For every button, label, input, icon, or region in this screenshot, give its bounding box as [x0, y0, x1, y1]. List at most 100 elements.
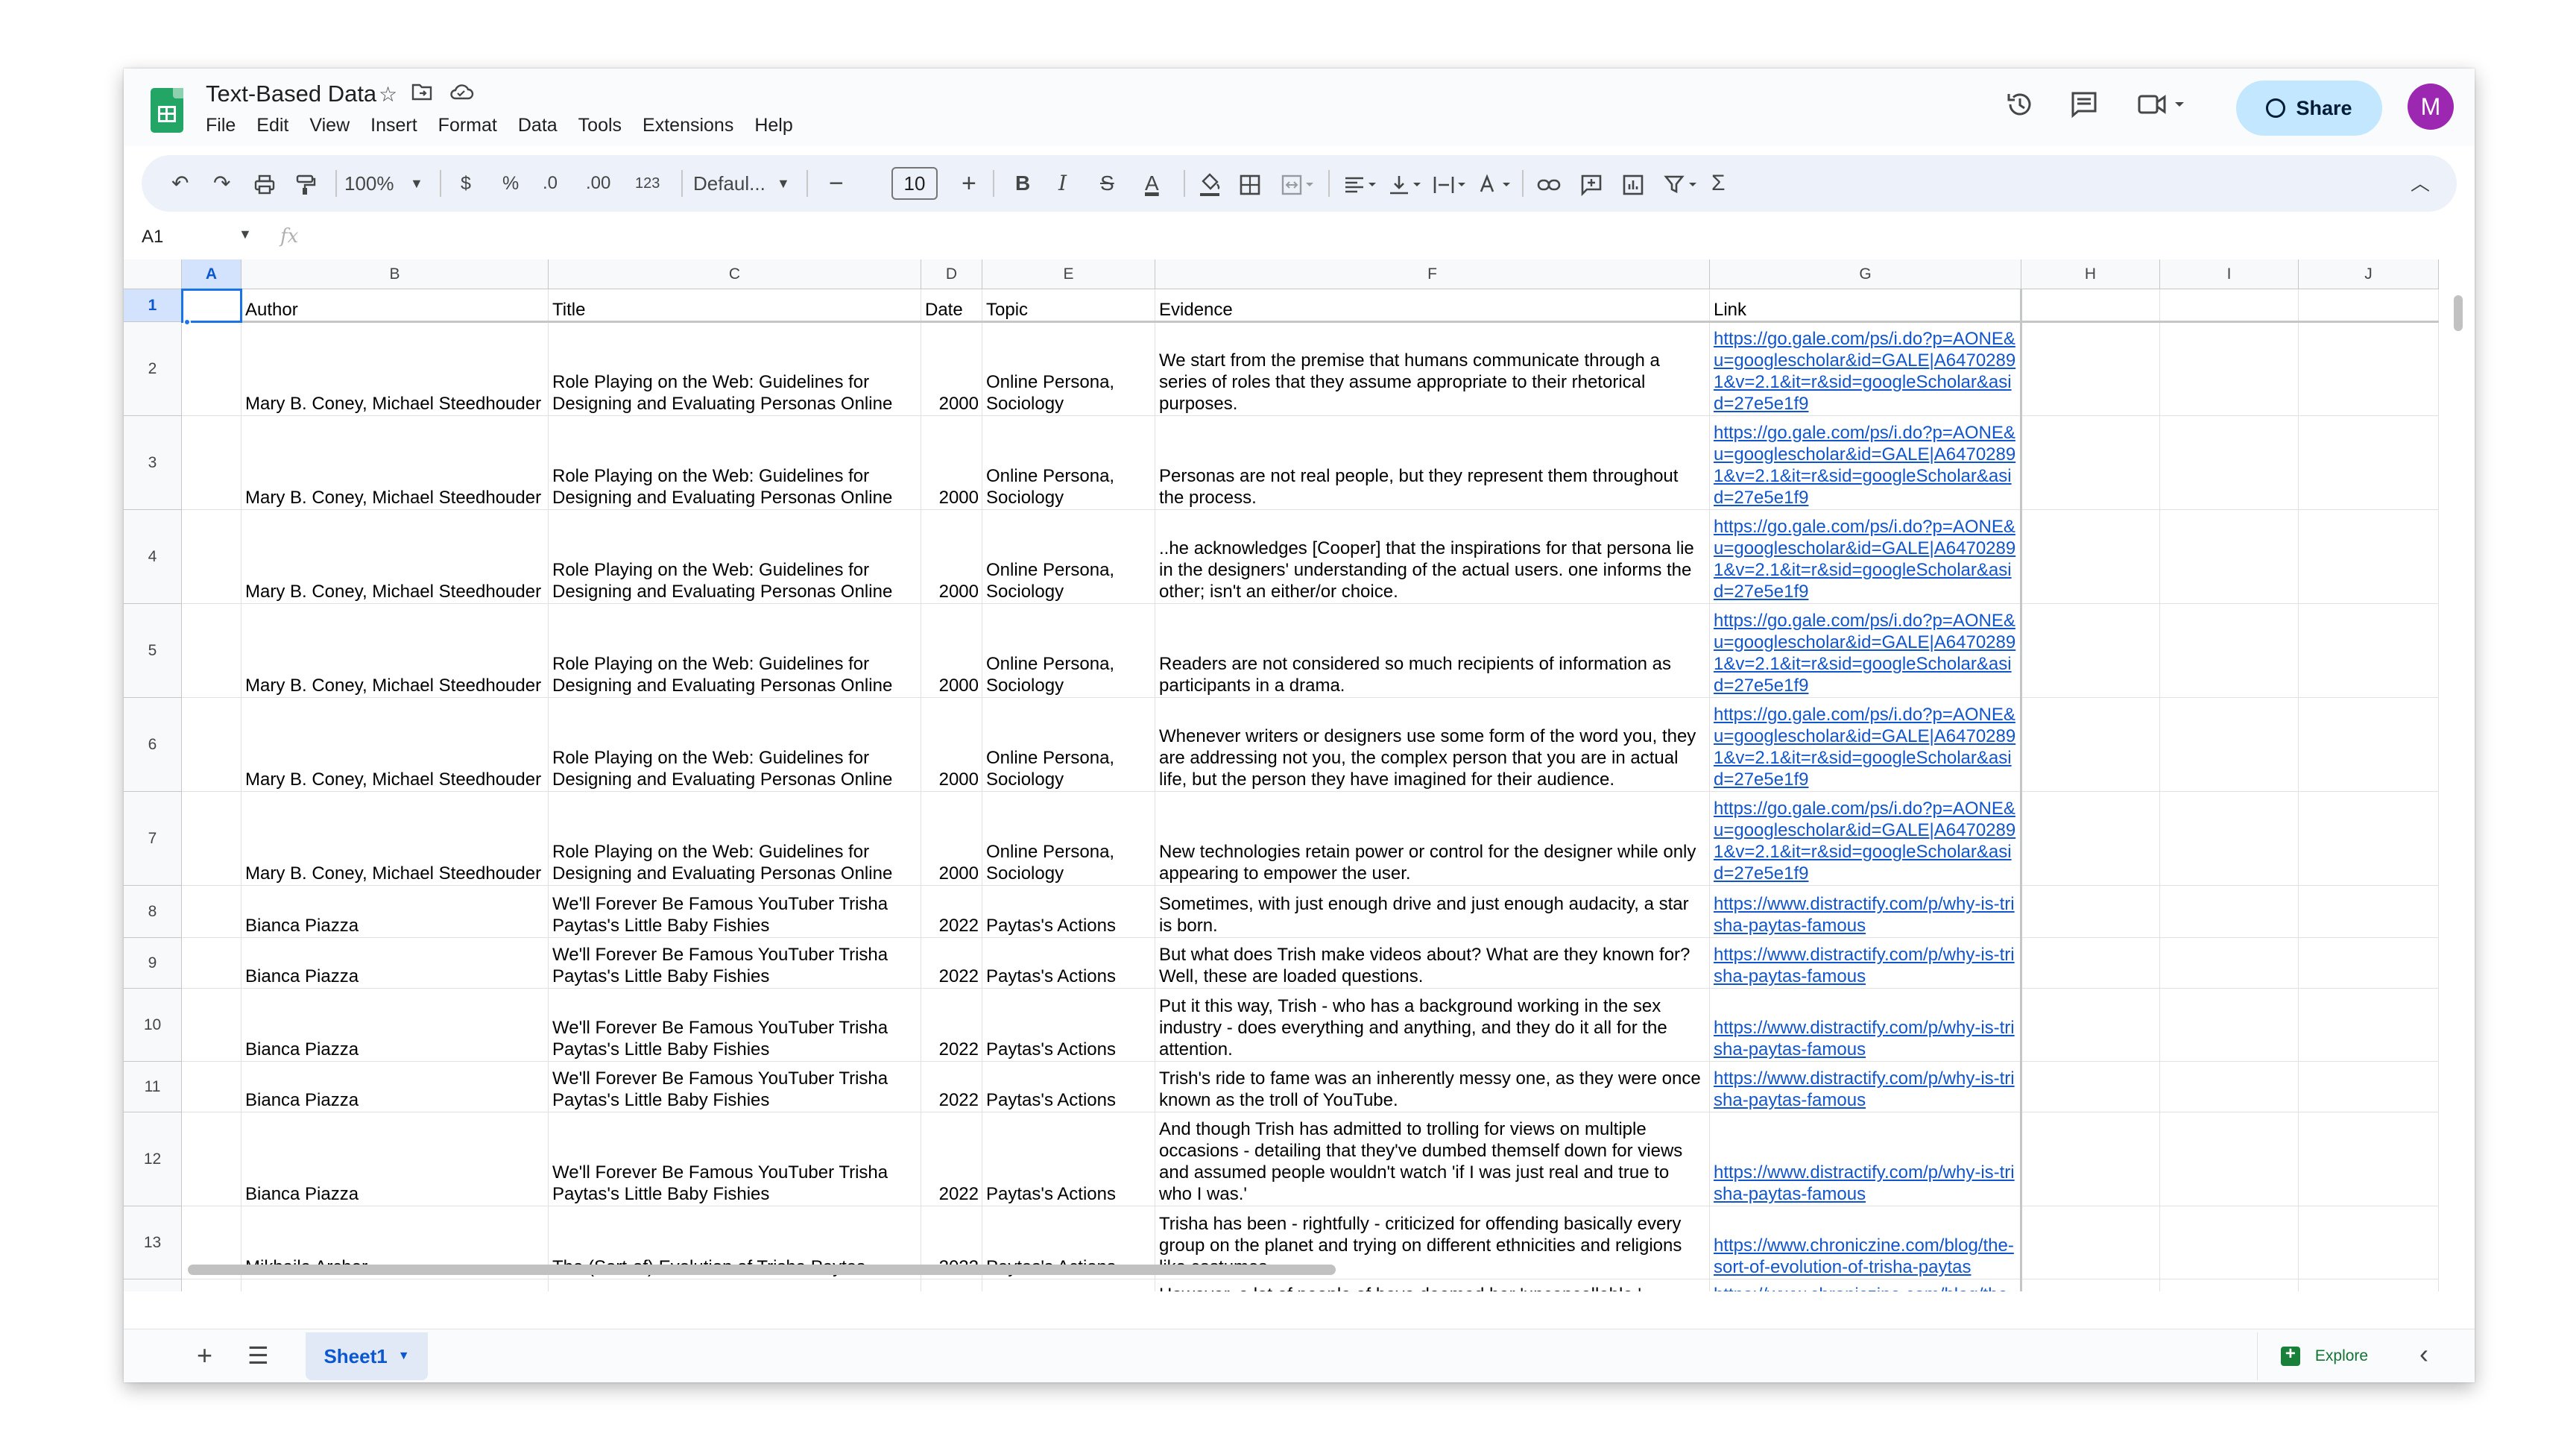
cell-a14[interactable] [182, 1279, 242, 1291]
cell-c9[interactable]: We'll Forever Be Famous YouTuber Trisha … [549, 938, 921, 989]
cell-f14[interactable]: However, a lot of people of have deemed … [1155, 1279, 1710, 1291]
cell-g12[interactable]: https://www.distractify.com/p/why-is-tri… [1710, 1112, 2021, 1206]
account-avatar[interactable]: M [2408, 84, 2454, 130]
cell-c12[interactable]: We'll Forever Be Famous YouTuber Trisha … [549, 1112, 921, 1206]
cell-b5[interactable]: Mary B. Coney, Michael Steedhouder [242, 604, 549, 698]
cell-f6[interactable]: Whenever writers or designers use some f… [1155, 698, 1710, 792]
cell-a11[interactable] [182, 1062, 242, 1112]
column-header-e[interactable]: E [982, 259, 1155, 289]
vertical-scrollbar[interactable] [2452, 291, 2464, 1290]
row-header-2[interactable]: 2 [124, 322, 182, 416]
row-header-13[interactable]: 13 [124, 1206, 182, 1279]
format-percent-button[interactable]: % [502, 155, 519, 212]
row-header-7[interactable]: 7 [124, 792, 182, 886]
menu-edit[interactable]: Edit [256, 115, 300, 136]
cell-f1[interactable]: Evidence [1155, 289, 1710, 322]
cell-j11[interactable] [2299, 1062, 2439, 1112]
cell-j10[interactable] [2299, 989, 2439, 1062]
cell-d12[interactable]: 2022 [921, 1112, 982, 1206]
cell-e12[interactable]: Paytas's Actions [982, 1112, 1155, 1206]
cell-e8[interactable]: Paytas's Actions [982, 886, 1155, 938]
cell-g6[interactable]: https://go.gale.com/ps/i.do?p=AONE&u=goo… [1710, 698, 2021, 792]
cell-e2[interactable]: Online Persona, Sociology [982, 322, 1155, 416]
row-header-10[interactable]: 10 [124, 989, 182, 1062]
cell-j12[interactable] [2299, 1112, 2439, 1206]
cell-a4[interactable] [182, 510, 242, 604]
cell-f11[interactable]: Trish's ride to fame was an inherently m… [1155, 1062, 1710, 1112]
cell-f5[interactable]: Readers are not considered so much recip… [1155, 604, 1710, 698]
cell-c3[interactable]: Role Playing on the Web: Guidelines for … [549, 416, 921, 510]
cell-b4[interactable]: Mary B. Coney, Michael Steedhouder [242, 510, 549, 604]
move-folder-icon[interactable] [411, 82, 432, 107]
decrease-decimal-button[interactable]: .0 [543, 155, 558, 212]
all-sheets-menu-icon[interactable]: ☰ [247, 1341, 269, 1370]
font-size-increase-icon[interactable]: + [962, 155, 976, 212]
cell-c8[interactable]: We'll Forever Be Famous YouTuber Trisha … [549, 886, 921, 938]
text-rotation-icon[interactable] [1477, 155, 1512, 212]
text-color-button[interactable]: A [1145, 155, 1159, 212]
filter-icon[interactable] [1664, 155, 1698, 212]
font-dropdown-caret-icon[interactable]: ▼ [777, 155, 790, 212]
row-header-5[interactable]: 5 [124, 604, 182, 698]
column-header-i[interactable]: I [2160, 259, 2299, 289]
cell-i7[interactable] [2160, 792, 2299, 886]
cell-g9[interactable]: https://www.distractify.com/p/why-is-tri… [1710, 938, 2021, 989]
cell-d9[interactable]: 2022 [921, 938, 982, 989]
sheet-tab-caret-icon[interactable]: ▼ [398, 1350, 410, 1363]
cell-j2[interactable] [2299, 322, 2439, 416]
cell-b9[interactable]: Bianca Piazza [242, 938, 549, 989]
cell-f12[interactable]: And though Trish has admitted to trollin… [1155, 1112, 1710, 1206]
functions-button[interactable]: Σ [1711, 155, 1726, 212]
cell-b12[interactable]: Bianca Piazza [242, 1112, 549, 1206]
row-header-11[interactable]: 11 [124, 1062, 182, 1112]
cell-i5[interactable] [2160, 604, 2299, 698]
cell-i13[interactable] [2160, 1206, 2299, 1279]
cell-h4[interactable] [2021, 510, 2160, 604]
meet-video-icon[interactable] [2136, 89, 2188, 127]
cell-c14[interactable]: The (Sort-of) Evolution of Trisha Paytas [549, 1279, 921, 1291]
cell-i12[interactable] [2160, 1112, 2299, 1206]
menu-view[interactable]: View [309, 115, 361, 136]
star-icon[interactable]: ☆ [379, 82, 397, 107]
cell-d10[interactable]: 2022 [921, 989, 982, 1062]
cell-i6[interactable] [2160, 698, 2299, 792]
cell-j4[interactable] [2299, 510, 2439, 604]
cell-h13[interactable] [2021, 1206, 2160, 1279]
merge-cells-icon[interactable] [1281, 155, 1315, 212]
menu-data[interactable]: Data [518, 115, 569, 136]
cell-a3[interactable] [182, 416, 242, 510]
column-header-b[interactable]: B [242, 259, 549, 289]
share-button[interactable]: Share [2236, 81, 2382, 136]
row-header-6[interactable]: 6 [124, 698, 182, 792]
cell-f2[interactable]: We start from the premise that humans co… [1155, 322, 1710, 416]
add-sheet-icon[interactable]: + [197, 1340, 212, 1371]
vertical-scroll-thumb[interactable] [2454, 295, 2463, 331]
explore-button[interactable]: Explore [2257, 1332, 2391, 1380]
fill-color-icon[interactable] [1199, 155, 1221, 212]
cell-c4[interactable]: Role Playing on the Web: Guidelines for … [549, 510, 921, 604]
cell-g14[interactable]: https://www.chroniczine.com/blog/the-sor… [1710, 1279, 2021, 1291]
cell-h5[interactable] [2021, 604, 2160, 698]
menu-format[interactable]: Format [438, 115, 508, 136]
column-header-c[interactable]: C [549, 259, 921, 289]
comments-icon[interactable] [2069, 89, 2099, 127]
name-box[interactable]: A1 [142, 227, 163, 248]
cell-a1[interactable] [182, 289, 242, 322]
cell-e5[interactable]: Online Persona, Sociology [982, 604, 1155, 698]
zoom-dropdown-caret-icon[interactable]: ▼ [410, 155, 423, 212]
cell-b14[interactable]: Mikhaila Archer [242, 1279, 549, 1291]
strikethrough-button[interactable]: S [1100, 155, 1114, 212]
row-header-14[interactable]: 14 [124, 1279, 182, 1291]
cell-c1[interactable]: Title [549, 289, 921, 322]
cell-c5[interactable]: Role Playing on the Web: Guidelines for … [549, 604, 921, 698]
cell-j14[interactable] [2299, 1279, 2439, 1291]
version-history-icon[interactable] [2005, 89, 2035, 127]
cell-j1[interactable] [2299, 289, 2439, 322]
text-wrapping-icon[interactable] [1433, 155, 1467, 212]
cell-e11[interactable]: Paytas's Actions [982, 1062, 1155, 1112]
cell-b10[interactable]: Bianca Piazza [242, 989, 549, 1062]
cell-e10[interactable]: Paytas's Actions [982, 989, 1155, 1062]
redo-icon[interactable]: ↷ [213, 155, 230, 212]
cell-g10[interactable]: https://www.distractify.com/p/why-is-tri… [1710, 989, 2021, 1062]
cell-d8[interactable]: 2022 [921, 886, 982, 938]
